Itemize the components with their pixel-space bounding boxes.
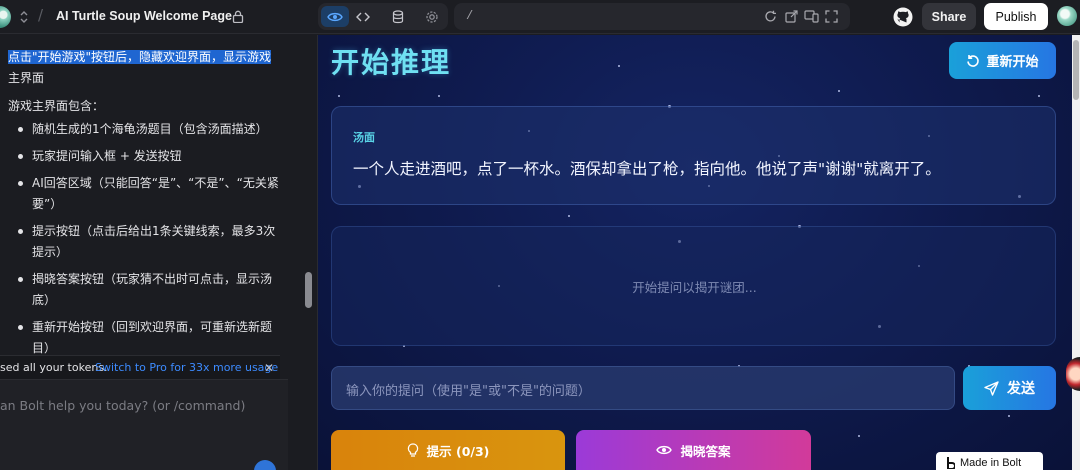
star <box>1008 415 1010 417</box>
qa-empty-text: 开始提问以揭开谜团... <box>632 280 757 295</box>
project-title[interactable]: AI Turtle Soup Welcome Page <box>56 9 232 23</box>
close-icon[interactable]: ✕ <box>264 357 274 379</box>
list-item: 玩家提问输入框 + 发送按钮 <box>8 146 280 167</box>
eye-icon <box>656 445 673 455</box>
question-input[interactable]: 输入你的提问（使用"是"或"不是"的问题） <box>331 366 955 410</box>
app-preview: 开始推理 重新开始 汤面 一个人走进酒吧，点了一杯水。酒保却拿出了枪，指向他。他… <box>317 35 1072 470</box>
settings-icon <box>426 10 438 23</box>
chat-input-placeholder[interactable]: an Bolt help you today? (or /command) <box>0 398 245 413</box>
breadcrumb-separator: / <box>38 6 44 24</box>
lightbulb-icon <box>407 442 418 457</box>
bolt-logo-icon <box>947 457 955 469</box>
reveal-answer-button[interactable]: 揭晓答案 <box>576 430 811 470</box>
eye-icon <box>327 12 343 21</box>
chat-input-box[interactable]: an Bolt help you today? (or /command) <box>0 379 288 470</box>
url-path[interactable]: / <box>466 9 473 23</box>
list-item: 提示按钮（点击后给出1条关键线索，最多3次提示） <box>8 221 280 263</box>
panel-divider[interactable] <box>288 35 318 470</box>
star <box>858 435 860 437</box>
logo-icon[interactable] <box>0 6 11 28</box>
star <box>568 215 570 217</box>
soup-label: 汤面 <box>353 131 375 144</box>
qa-history-area: 开始提问以揭开谜团... <box>331 226 1056 346</box>
send-button[interactable]: 发送 <box>963 366 1056 410</box>
settings-tab[interactable] <box>418 6 446 27</box>
send-label: 发送 <box>1007 381 1035 397</box>
fullscreen-icon[interactable] <box>825 10 838 23</box>
soup-card: 汤面 一个人走进酒吧，点了一杯水。酒保却拿出了枪，指向他。他说了声"谢谢"就离开… <box>331 106 1056 205</box>
reveal-label: 揭晓答案 <box>680 443 731 459</box>
external-icon[interactable] <box>785 10 798 23</box>
database-tab[interactable] <box>384 6 412 27</box>
star <box>838 90 840 92</box>
database-icon <box>392 9 404 23</box>
page-title: 开始推理 <box>331 46 452 79</box>
lock-icon <box>232 10 244 23</box>
restart-label: 重新开始 <box>986 55 1039 70</box>
code-tab[interactable] <box>349 6 377 27</box>
list-item: 揭晓答案按钮（玩家猜不出时可点击，显示汤底） <box>8 269 280 311</box>
url-bar[interactable]: / <box>454 3 850 30</box>
chevron-updown-icon[interactable] <box>19 9 29 25</box>
chat-message: 点击"开始游戏"按钮后，隐藏欢迎界面，显示游戏主界面 <box>8 47 280 89</box>
send-icon <box>984 380 999 396</box>
list-item: AI回答区域（只能回答“是”、“不是”、“无关紧要”） <box>8 173 280 215</box>
code-icon <box>356 12 370 21</box>
token-notice: sed all your tokens. <box>0 361 108 374</box>
made-in-bolt-badge[interactable]: Made in Bolt <box>936 452 1043 470</box>
view-tab-group <box>318 3 448 30</box>
github-icon[interactable] <box>893 7 913 27</box>
restart-button[interactable]: 重新开始 <box>949 42 1056 79</box>
share-button[interactable]: Share <box>922 3 976 30</box>
hint-label: 提示 (0/3) <box>426 443 490 459</box>
chat-subheading: 游戏主界面包含： <box>8 99 105 113</box>
preview-tab[interactable] <box>321 6 349 27</box>
star <box>338 95 340 97</box>
user-avatar[interactable] <box>1057 6 1077 26</box>
selected-text[interactable]: 点击"开始游戏"按钮后，隐藏欢迎界面，显示游戏 <box>8 50 272 64</box>
devices-icon[interactable] <box>804 10 819 23</box>
preview-scrollbar[interactable] <box>1072 35 1080 470</box>
publish-button[interactable]: Publish <box>984 3 1048 30</box>
star <box>618 65 620 67</box>
made-in-bolt-label: Made in Bolt <box>960 457 1022 469</box>
list-item: 重新开始按钮（回到欢迎界面，可重新选新题目） <box>8 317 280 359</box>
list-item: 随机生成的1个海龟汤题目（包含汤面描述） <box>8 119 280 140</box>
chat-panel: 点击"开始游戏"按钮后，隐藏欢迎界面，显示游戏主界面 游戏主界面包含： 随机生成… <box>0 35 288 470</box>
requirements-list: 随机生成的1个海龟汤题目（包含汤面描述） 玩家提问输入框 + 发送按钮 AI回答… <box>8 119 280 365</box>
refresh-icon[interactable] <box>764 10 777 23</box>
star <box>1038 95 1040 97</box>
question-placeholder[interactable]: 输入你的提问（使用"是"或"不是"的问题） <box>346 380 591 399</box>
message-text-rest: 主界面 <box>8 71 45 85</box>
token-notice-bar: sed all your tokens. Switch to Pro for 3… <box>0 355 280 379</box>
chat-send-button[interactable] <box>254 460 276 470</box>
star <box>438 95 440 97</box>
hint-button[interactable]: 提示 (0/3) <box>331 430 565 470</box>
restart-icon <box>967 54 980 67</box>
preview-scrollbar-thumb[interactable] <box>1073 40 1079 100</box>
soup-description: 一个人走进酒吧，点了一杯水。酒保却拿出了枪，指向他。他说了声"谢谢"就离开了。 <box>353 160 941 178</box>
chat-scrollbar[interactable] <box>305 272 312 308</box>
top-bar: / AI Turtle Soup Welcome Page / Share Pu… <box>0 0 1080 34</box>
upgrade-link[interactable]: Switch to Pro for 33x more usage <box>95 357 278 379</box>
